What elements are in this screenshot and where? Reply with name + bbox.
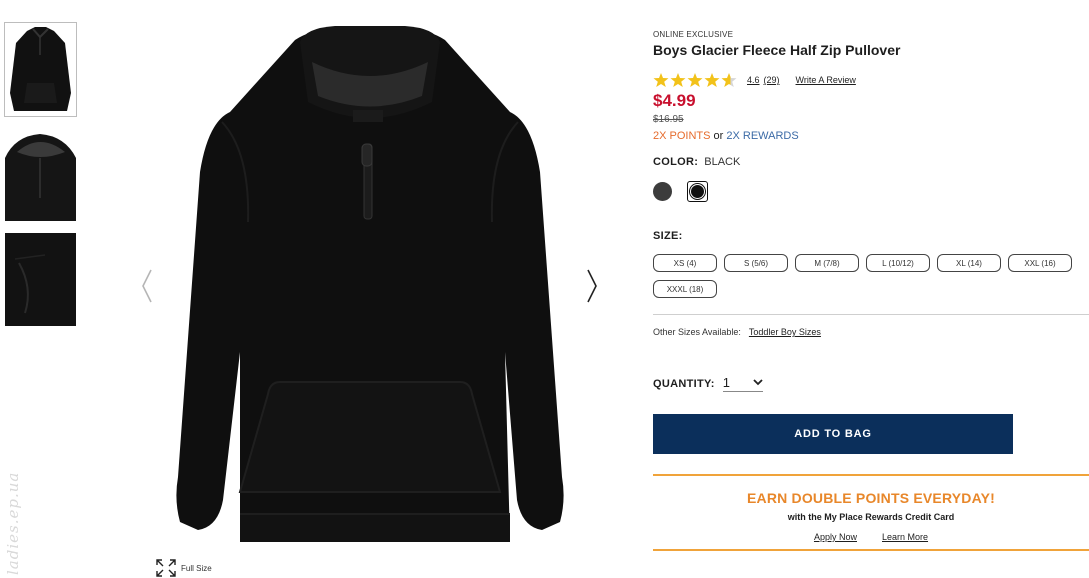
thumbnail-list <box>4 22 78 337</box>
promo-title: EARN DOUBLE POINTS EVERYDAY! <box>746 490 996 506</box>
color-swatch-black[interactable] <box>687 181 708 202</box>
full-size-button[interactable]: Full Size <box>155 558 212 578</box>
rewards-promo-banner: EARN DOUBLE POINTS EVERYDAY! with the My… <box>653 474 1089 551</box>
points-or-label: or <box>713 130 724 142</box>
color-value: BLACK <box>704 156 741 168</box>
sale-price: $4.99 <box>653 91 696 110</box>
color-swatch-gray[interactable] <box>653 182 672 201</box>
rating-row: 4.6 (29) Write A Review <box>653 72 1089 88</box>
size-button-m[interactable]: M (7/8) <box>795 254 859 272</box>
star-icon <box>687 73 703 87</box>
review-count-link[interactable]: (29) <box>764 75 780 85</box>
promo-bottom-border <box>653 549 1089 551</box>
promo-subtitle: with the My Place Rewards Credit Card <box>787 512 955 522</box>
chevron-down-icon <box>753 379 763 386</box>
star-rating <box>653 72 737 88</box>
full-size-label: Full Size <box>181 563 212 573</box>
color-row: COLOR: BLACK <box>653 156 1089 168</box>
toddler-boy-sizes-link[interactable]: Toddler Boy Sizes <box>749 327 821 337</box>
rewards-label: 2X REWARDS <box>726 130 799 142</box>
learn-more-link[interactable]: Learn More <box>882 532 928 542</box>
watermark-text: ladies.ep.ua <box>4 471 22 575</box>
online-exclusive-label: ONLINE EXCLUSIVE <box>653 30 734 39</box>
promo-links: Apply Now Learn More <box>653 532 1089 542</box>
size-button-s[interactable]: S (5/6) <box>724 254 788 272</box>
expand-icon <box>156 559 176 577</box>
size-button-xl[interactable]: XL (14) <box>937 254 1001 272</box>
quantity-select[interactable]: 1 <box>722 375 763 392</box>
divider <box>653 314 1089 315</box>
quantity-label: QUANTITY: <box>653 377 715 390</box>
color-swatches <box>653 181 1089 202</box>
other-sizes-label: Other Sizes Available: <box>653 327 741 337</box>
size-button-xxxl[interactable]: XXXL (18) <box>653 280 717 298</box>
star-icon <box>670 73 686 87</box>
quantity-value: 1 <box>722 375 731 390</box>
thumbnail-collar[interactable] <box>4 127 77 222</box>
thumbnail-pocket[interactable] <box>4 232 77 327</box>
other-sizes-row: Other Sizes Available: Toddler Boy Sizes <box>653 327 1089 337</box>
write-review-link[interactable]: Write A Review <box>796 75 856 85</box>
quantity-row: QUANTITY: 1 <box>653 375 1089 392</box>
size-button-xxl[interactable]: XXL (16) <box>1008 254 1072 272</box>
next-image-arrow-icon[interactable] <box>585 268 599 304</box>
size-button-xs[interactable]: XS (4) <box>653 254 717 272</box>
add-to-bag-button[interactable]: ADD TO BAG <box>653 414 1013 454</box>
star-icon <box>721 73 737 87</box>
size-options: XS (4) S (5/6) M (7/8) L (10/12) XL (14)… <box>653 254 1083 298</box>
product-title: Boys Glacier Fleece Half Zip Pullover <box>653 42 901 58</box>
apply-now-link[interactable]: Apply Now <box>814 532 857 542</box>
rating-value-link[interactable]: 4.6 <box>747 75 760 85</box>
points-label: 2X POINTS <box>653 130 711 142</box>
star-icon <box>704 73 720 87</box>
original-price: $16.95 <box>653 114 684 125</box>
points-promo: 2X POINTS or 2X REWARDS <box>653 130 1089 142</box>
color-label: COLOR: <box>653 156 699 168</box>
size-label: SIZE: <box>653 230 683 242</box>
swatch-inner-icon <box>690 184 705 199</box>
thumbnail-front[interactable] <box>4 22 77 117</box>
star-icon <box>653 73 669 87</box>
size-button-l[interactable]: L (10/12) <box>866 254 930 272</box>
main-product-image <box>160 22 580 552</box>
previous-image-arrow-icon[interactable] <box>140 268 154 304</box>
product-details-panel: ONLINE EXCLUSIVE Boys Glacier Fleece Hal… <box>653 30 1089 551</box>
